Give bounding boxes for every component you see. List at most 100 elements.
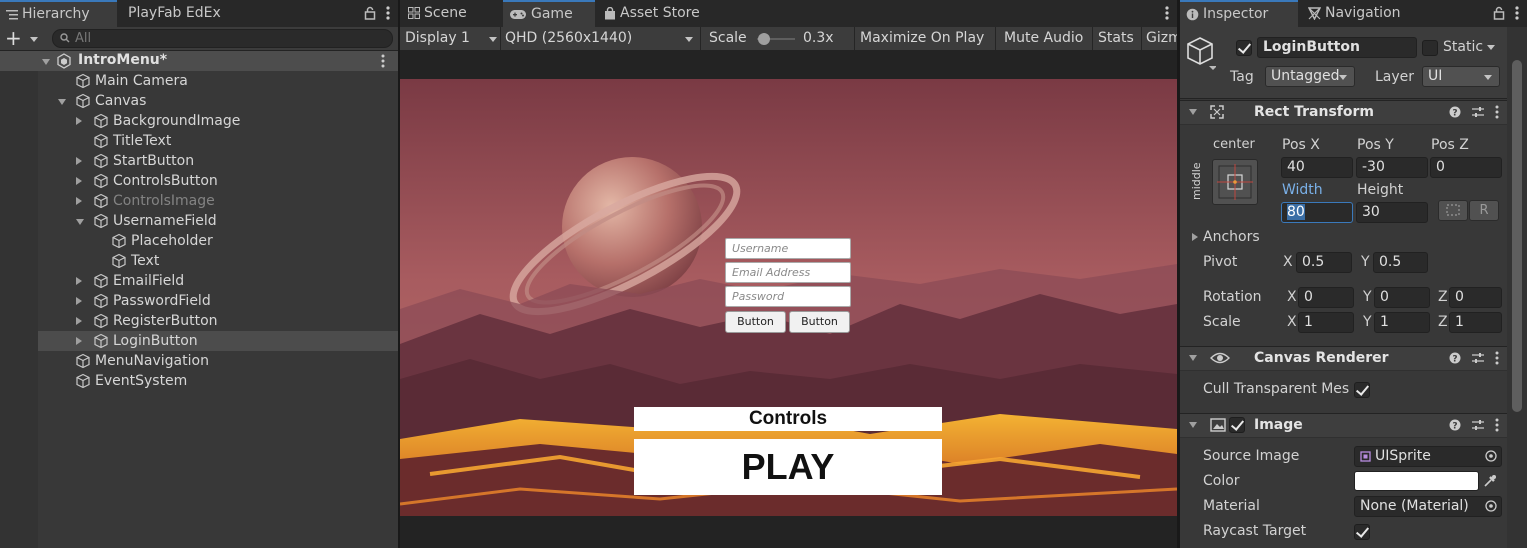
controls-button[interactable]: Controls: [634, 407, 942, 431]
image-help-icon[interactable]: ?: [1449, 419, 1461, 431]
blueprint-mode-button[interactable]: [1438, 200, 1468, 221]
scale-z-field[interactable]: 1: [1449, 312, 1502, 333]
height-field[interactable]: 30: [1356, 202, 1428, 223]
rotation-x-field[interactable]: 0: [1298, 287, 1354, 308]
component-kebab-icon[interactable]: [1495, 105, 1499, 119]
layer-dropdown[interactable]: UI: [1422, 66, 1500, 87]
maximize-on-play-toggle[interactable]: Maximize On Play: [860, 27, 984, 50]
email-field[interactable]: Email Address: [725, 262, 851, 283]
expand-arrow[interactable]: [76, 197, 82, 205]
pos-y-field[interactable]: -30: [1356, 157, 1428, 178]
inspector-scrollbar[interactable]: [1507, 27, 1527, 548]
raw-edit-button[interactable]: R: [1469, 200, 1499, 221]
hierarchy-item[interactable]: ControlsImage: [38, 191, 398, 211]
pos-x-field[interactable]: 40: [1281, 157, 1353, 178]
login-button[interactable]: Button: [789, 311, 850, 333]
password-field[interactable]: Password: [725, 286, 851, 307]
inspector-kebab-icon[interactable]: [1515, 6, 1519, 20]
object-name-field[interactable]: LoginButton: [1257, 37, 1417, 58]
rotation-y-field[interactable]: 0: [1374, 287, 1430, 308]
eyedropper-icon[interactable]: [1483, 474, 1497, 488]
image-preset-icon[interactable]: [1471, 419, 1485, 431]
material-picker-icon[interactable]: [1485, 500, 1497, 512]
object-picker-icon[interactable]: [1485, 450, 1497, 462]
image-component-header[interactable]: Image ?: [1180, 413, 1507, 438]
hierarchy-item[interactable]: Main Camera: [38, 71, 398, 91]
hierarchy-item[interactable]: Placeholder: [38, 231, 398, 251]
kebab-menu-icon[interactable]: [386, 6, 390, 20]
image-enabled-checkbox[interactable]: [1229, 417, 1245, 433]
scale-slider-knob[interactable]: [758, 33, 770, 45]
anchor-preset-button[interactable]: [1212, 159, 1258, 205]
hierarchy-item[interactable]: ControlsButton: [38, 171, 398, 191]
pivot-y-field[interactable]: 0.5: [1373, 252, 1428, 273]
register-button[interactable]: Button: [725, 311, 786, 333]
hierarchy-item[interactable]: Text: [38, 251, 398, 271]
hierarchy-item[interactable]: PasswordField: [38, 291, 398, 311]
hierarchy-item[interactable]: UsernameField: [38, 211, 398, 231]
canvas-renderer-help-icon[interactable]: ?: [1449, 352, 1461, 364]
stats-toggle[interactable]: Stats: [1098, 27, 1134, 50]
username-field[interactable]: Username: [725, 238, 851, 259]
create-button[interactable]: +: [5, 28, 39, 49]
source-image-field[interactable]: UISprite: [1354, 446, 1502, 467]
tab-game[interactable]: Game: [503, 0, 595, 27]
resolution-dropdown[interactable]: QHD (2560x1440): [505, 27, 695, 50]
hierarchy-item[interactable]: LoginButton: [38, 331, 398, 351]
hierarchy-item[interactable]: EventSystem: [38, 371, 398, 391]
pivot-x-field[interactable]: 0.5: [1296, 252, 1352, 273]
expand-arrow[interactable]: [76, 177, 82, 185]
image-collapse-arrow[interactable]: [1189, 422, 1197, 428]
scale-y-field[interactable]: 1: [1374, 312, 1430, 333]
scene-expand-arrow[interactable]: [42, 59, 50, 65]
game-kebab-icon[interactable]: [1165, 6, 1169, 20]
material-field[interactable]: None (Material): [1354, 496, 1502, 517]
hierarchy-item[interactable]: MenuNavigation: [38, 351, 398, 371]
expand-arrow[interactable]: [58, 99, 66, 105]
canvas-renderer-collapse-arrow[interactable]: [1189, 355, 1197, 361]
expand-arrow[interactable]: [76, 317, 82, 325]
display-dropdown[interactable]: Display 1: [405, 27, 500, 50]
width-field[interactable]: 80: [1281, 202, 1353, 223]
play-button[interactable]: PLAY: [634, 439, 942, 495]
expand-arrow[interactable]: [76, 117, 82, 125]
tag-dropdown[interactable]: Untagged: [1265, 66, 1355, 87]
hierarchy-item[interactable]: RegisterButton: [38, 311, 398, 331]
hierarchy-item[interactable]: StartButton: [38, 151, 398, 171]
help-icon[interactable]: ?: [1449, 106, 1461, 118]
rotation-z-field[interactable]: 0: [1449, 287, 1502, 308]
static-dropdown[interactable]: Static: [1443, 39, 1496, 55]
rect-transform-header[interactable]: Rect Transform ?: [1180, 100, 1507, 125]
expand-arrow[interactable]: [76, 297, 82, 305]
hierarchy-search[interactable]: All: [52, 29, 393, 48]
tab-asset-store[interactable]: Asset Store: [598, 0, 718, 27]
expand-arrow[interactable]: [76, 337, 82, 345]
scale-x-field[interactable]: 1: [1298, 312, 1354, 333]
active-checkbox[interactable]: [1236, 40, 1252, 56]
hierarchy-item[interactable]: TitleText: [38, 131, 398, 151]
expand-arrow[interactable]: [76, 157, 82, 165]
anchors-label[interactable]: Anchors: [1203, 229, 1260, 245]
preset-icon[interactable]: [1471, 106, 1485, 118]
rect-transform-collapse-arrow[interactable]: [1189, 109, 1197, 115]
expand-arrow[interactable]: [76, 277, 82, 285]
expand-arrow[interactable]: [76, 219, 84, 225]
mute-audio-toggle[interactable]: Mute Audio: [1004, 27, 1083, 50]
hierarchy-item[interactable]: EmailField: [38, 271, 398, 291]
image-kebab-icon[interactable]: [1495, 418, 1499, 432]
scene-kebab-icon[interactable]: [381, 54, 385, 68]
canvas-renderer-preset-icon[interactable]: [1471, 352, 1485, 364]
tab-navigation[interactable]: Navigation: [1302, 0, 1442, 27]
scale-slider[interactable]: [757, 33, 795, 45]
static-checkbox[interactable]: [1422, 40, 1438, 56]
game-view[interactable]: Username Email Address Password Button B…: [400, 79, 1177, 516]
raycast-target-checkbox[interactable]: [1354, 524, 1370, 540]
tab-inspector[interactable]: Inspector: [1180, 0, 1298, 27]
lock-icon[interactable]: [364, 6, 376, 20]
color-swatch[interactable]: [1354, 471, 1479, 491]
canvas-renderer-kebab-icon[interactable]: [1495, 351, 1499, 365]
inspector-lock-icon[interactable]: [1493, 6, 1505, 20]
scene-row[interactable]: IntroMenu*: [0, 51, 398, 71]
canvas-renderer-header[interactable]: Canvas Renderer ?: [1180, 346, 1507, 371]
cull-transparent-checkbox[interactable]: [1354, 382, 1370, 398]
